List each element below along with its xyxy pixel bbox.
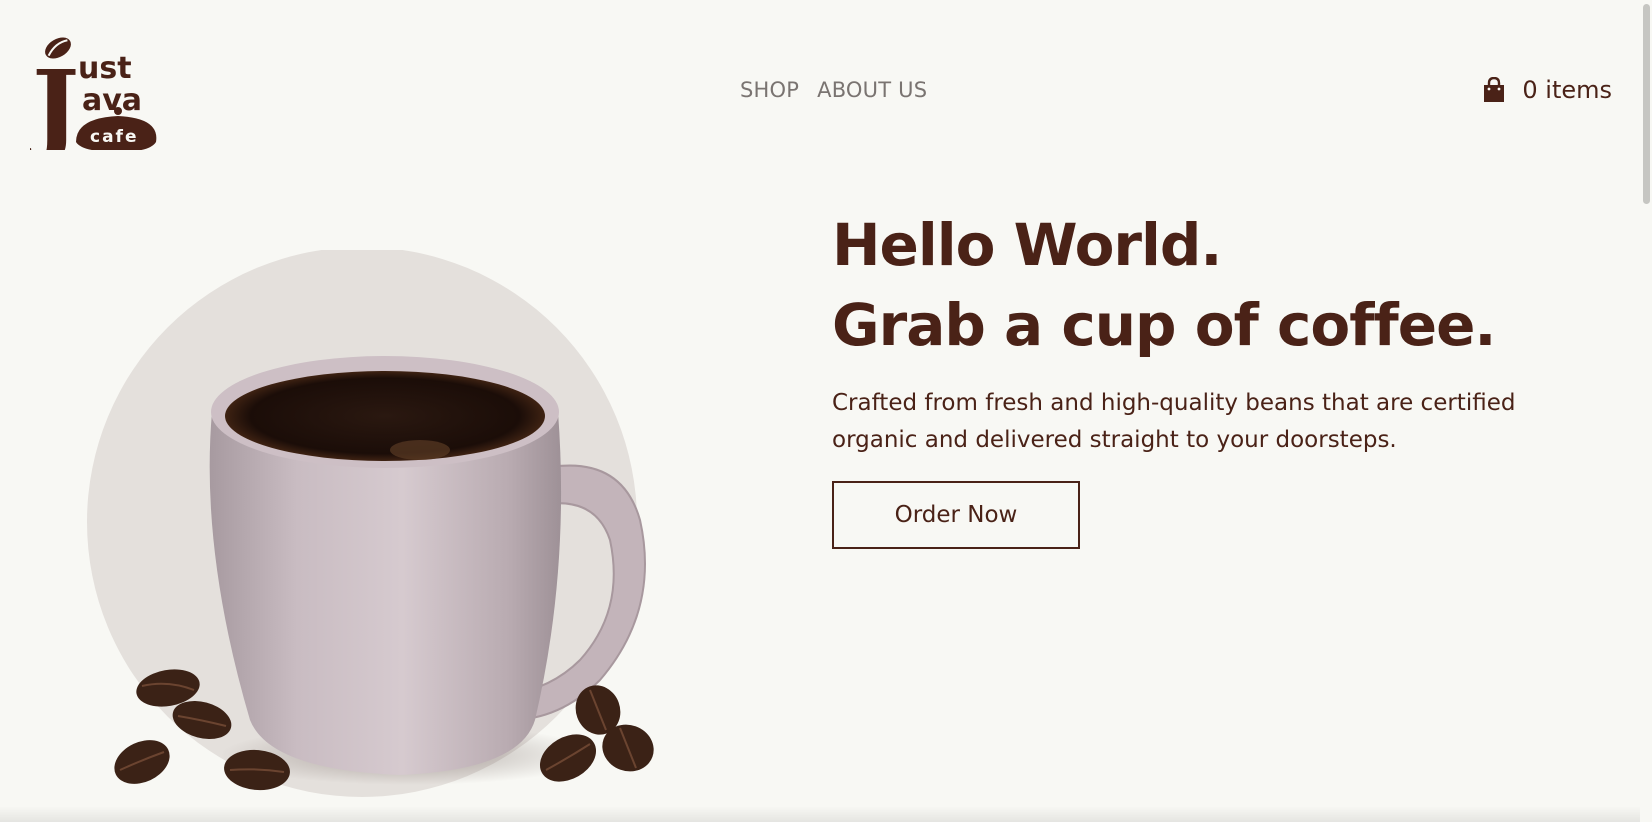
nav-about-us[interactable]: ABOUT US <box>817 78 927 102</box>
order-now-button[interactable]: Order Now <box>832 481 1080 549</box>
hero-image <box>80 247 720 822</box>
coffee-mug-illustration <box>87 247 654 797</box>
logo-line3: cafe <box>90 127 138 147</box>
page: J ust ava cafe SHOP ABOUT US 0 items Hel… <box>0 0 1652 822</box>
vertical-scrollbar[interactable] <box>1640 0 1652 822</box>
hero-title-line1: Hello World. <box>832 211 1222 279</box>
shopping-bag-icon <box>1484 77 1505 102</box>
brand-logo[interactable]: J ust ava cafe <box>24 30 164 166</box>
logo-line1: ust <box>78 51 132 86</box>
logo-graphic: J ust ava cafe <box>24 37 157 166</box>
logo-letter: J <box>30 48 79 150</box>
logo-line2: ava <box>82 83 142 118</box>
cart-count: 0 items <box>1522 76 1612 104</box>
scrollbar-thumb[interactable] <box>1643 4 1650 204</box>
hero-description: Crafted from fresh and high-quality bean… <box>832 390 1516 453</box>
cart-button[interactable]: 0 items <box>1482 76 1612 104</box>
hero-title: Hello World. Grab a cup of coffee. <box>832 205 1592 365</box>
section-divider-shadow <box>0 806 1640 822</box>
main-nav: SHOP ABOUT US <box>740 78 927 102</box>
hero-section: Hello World. Grab a cup of coffee. Craft… <box>832 205 1592 549</box>
nav-shop[interactable]: SHOP <box>740 78 799 102</box>
hero-title-line2: Grab a cup of coffee. <box>832 291 1496 359</box>
